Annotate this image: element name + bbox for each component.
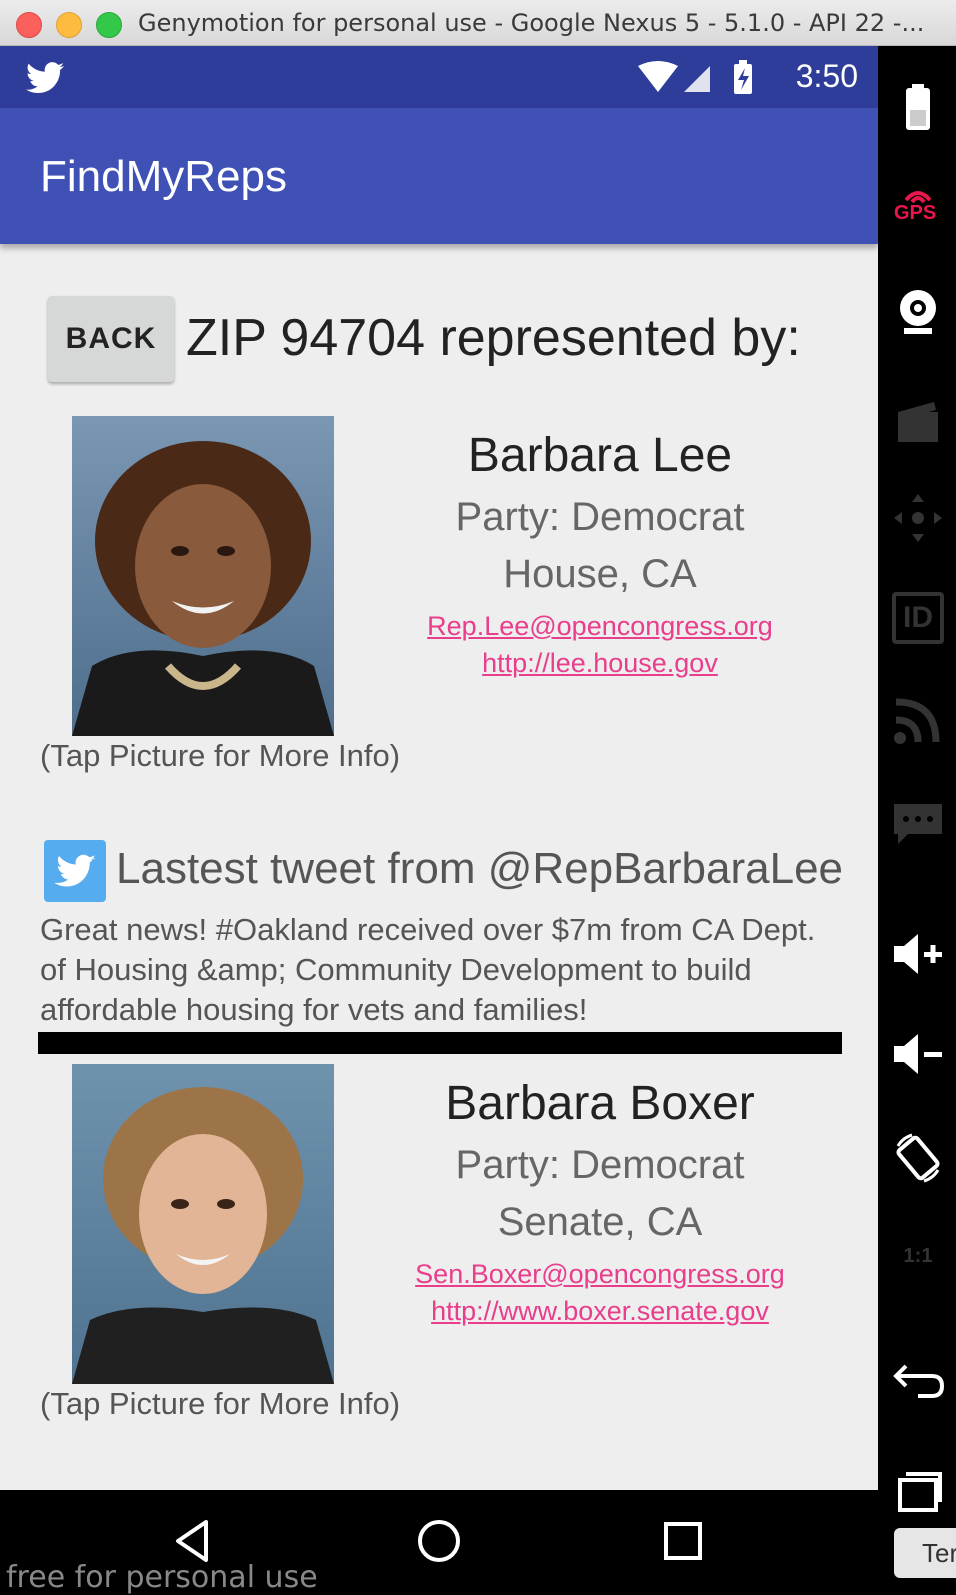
rep-party: Party: Democrat: [455, 1143, 745, 1187]
twitter-notification-icon: [26, 62, 64, 94]
rep-name: Barbara Lee: [467, 429, 733, 482]
rep-chamber: House, CA: [503, 552, 697, 596]
status-bar: 3:50: [0, 46, 878, 108]
scale-label: 1:1: [903, 1245, 933, 1267]
rep-chamber: Senate, CA: [497, 1200, 703, 1244]
gps-label: GPS: [894, 202, 937, 224]
status-icons: [638, 60, 752, 94]
nav-recents-icon[interactable]: [658, 1516, 708, 1566]
app-bar: FindMyReps: [0, 108, 878, 244]
rep-email-link[interactable]: Sen.Boxer@opencongress.org: [400, 1259, 800, 1290]
side-panel-tab[interactable]: Ter: [894, 1528, 956, 1578]
rep-photo[interactable]: [72, 416, 334, 736]
divider: [38, 1032, 842, 1054]
recent-apps-icon[interactable]: [892, 1464, 944, 1516]
device-id-icon[interactable]: ID: [892, 592, 944, 644]
portrait-image: [72, 416, 334, 736]
rep-info: Barbara Boxer Party: Democrat Senate, CA…: [400, 1076, 800, 1327]
signal-icon: [684, 66, 710, 92]
back-button[interactable]: BACK: [48, 296, 174, 382]
rep-website-link[interactable]: http://lee.house.gov: [400, 648, 800, 679]
portrait-image: [72, 1064, 334, 1384]
zip-heading: ZIP 94704 represented by:: [186, 309, 801, 367]
window-title: Genymotion for personal use - Google Nex…: [138, 9, 925, 37]
pixel-perfect-icon[interactable]: 1:1: [892, 1230, 944, 1282]
tap-picture-note: (Tap Picture for More Info): [40, 1386, 401, 1421]
app-title: FindMyReps: [40, 152, 287, 201]
sms-icon[interactable]: [892, 798, 944, 850]
webcam-icon[interactable]: [892, 286, 944, 338]
window-maximize-button[interactable]: [96, 12, 122, 38]
wifi-icon: [638, 61, 678, 92]
rep-website-link[interactable]: http://www.boxer.senate.gov: [400, 1296, 800, 1327]
rep-info: Barbara Lee Party: Democrat House, CA Re…: [400, 428, 800, 679]
battery-icon[interactable]: [892, 82, 944, 134]
status-time: 3:50: [795, 58, 858, 94]
tweet-title: Lastest tweet from @RepBarbaraLee: [116, 844, 844, 893]
rep-name: Barbara Boxer: [445, 1077, 755, 1130]
window-minimize-button[interactable]: [56, 12, 82, 38]
tweet-header: Lastest tweet from @RepBarbaraLee: [44, 840, 864, 904]
nav-back-icon[interactable]: [168, 1516, 218, 1566]
id-label: ID: [903, 601, 933, 634]
back-icon[interactable]: [892, 1352, 944, 1404]
window-close-button[interactable]: [16, 12, 42, 38]
content-area[interactable]: BACK ZIP 94704 represented by: Barbara L…: [0, 244, 878, 1490]
volume-down-icon[interactable]: [892, 1028, 944, 1080]
window-titlebar: Genymotion for personal use - Google Nex…: [0, 0, 956, 46]
nav-home-icon[interactable]: [414, 1516, 464, 1566]
rotate-icon[interactable]: [892, 1132, 944, 1184]
rep-party: Party: Democrat: [455, 495, 745, 539]
tap-picture-note: (Tap Picture for More Info): [40, 738, 401, 773]
watermark: free for personal use: [6, 1560, 318, 1595]
twitter-logo-icon: [44, 840, 106, 902]
emulator-side-panel: GPS ID 1:1: [878, 46, 956, 1594]
gps-icon[interactable]: GPS: [892, 182, 944, 234]
tweet-text: Great news! #Oakland received over $7m f…: [40, 912, 816, 1027]
network-icon[interactable]: [892, 694, 944, 746]
capture-icon[interactable]: [892, 396, 944, 448]
dpad-icon[interactable]: [892, 492, 944, 544]
volume-up-icon[interactable]: [892, 928, 944, 980]
rep-photo[interactable]: [72, 1064, 334, 1384]
rep-email-link[interactable]: Rep.Lee@opencongress.org: [400, 611, 800, 642]
